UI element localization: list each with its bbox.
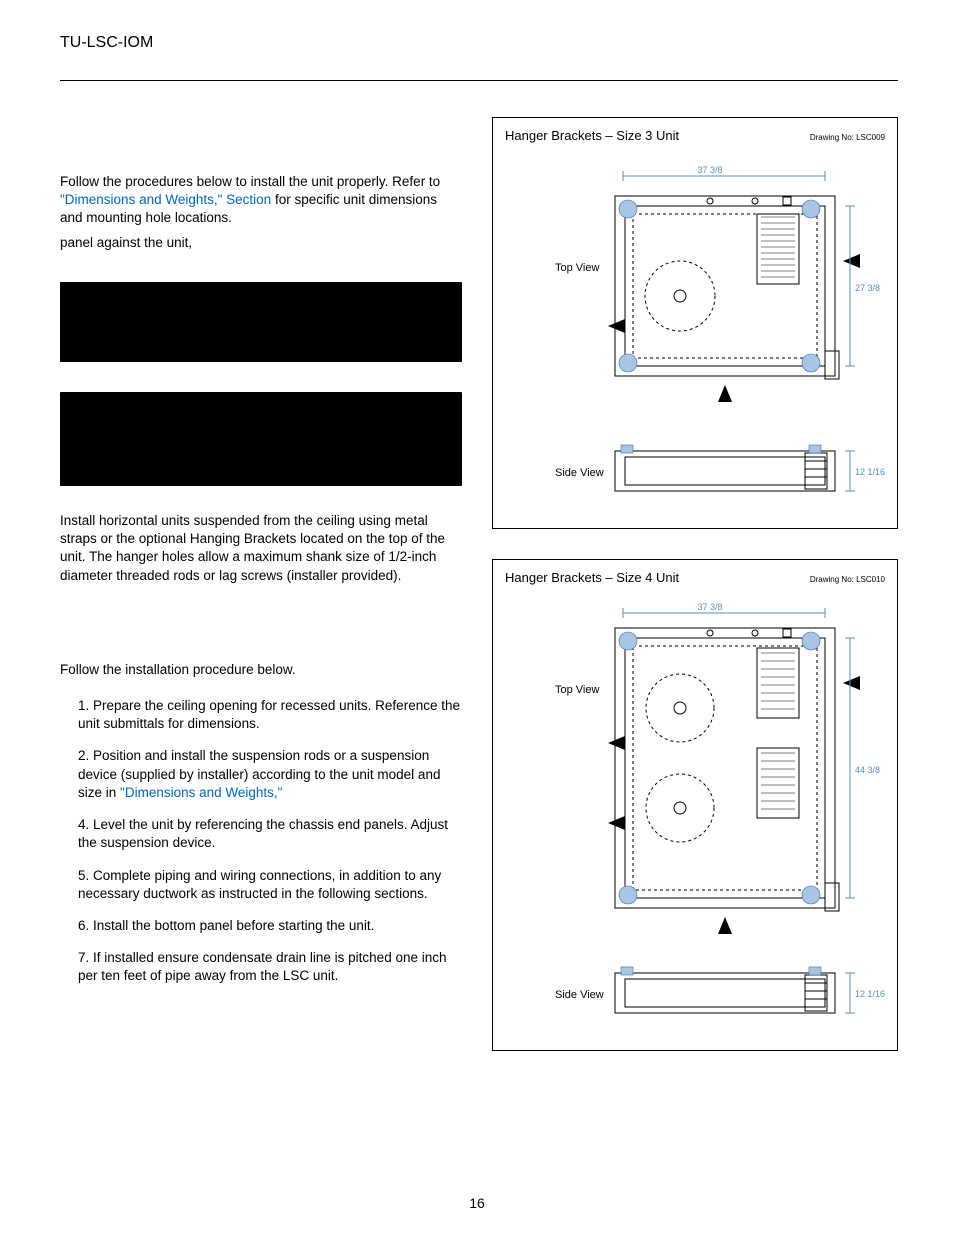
arrow-left-icon bbox=[608, 736, 625, 750]
f2-side-view-label: Side View bbox=[555, 989, 604, 1001]
page: TU-LSC-IOM Follow the procedures below t… bbox=[0, 0, 954, 1235]
figure1-diagram: Top View 37 3/8 bbox=[505, 151, 885, 511]
header-rule bbox=[60, 80, 898, 81]
doc-code: TU-LSC-IOM bbox=[60, 34, 898, 52]
figure1-drawing-no: Drawing No: LSC009 bbox=[810, 133, 885, 142]
figure2-diagram: Top View 37 3/8 bbox=[505, 593, 885, 1033]
redacted-box-1 bbox=[60, 282, 462, 362]
figure2-drawing-no: Drawing No: LSC010 bbox=[810, 575, 885, 584]
install-steps: 1. Prepare the ceiling opening for reces… bbox=[60, 697, 462, 986]
arrow-up-icon bbox=[718, 917, 732, 934]
f2-dim-height: 44 3/8 bbox=[855, 765, 880, 775]
figure2-caption: Hanger Brackets – Size 4 Unit bbox=[505, 570, 679, 585]
f1-dim-width: 37 3/8 bbox=[697, 165, 722, 175]
f2-dim-side: 12 1/16 bbox=[855, 989, 885, 999]
dimensions-weights-link[interactable]: "Dimensions and Weights," Section bbox=[60, 192, 271, 207]
intro-line2: panel against the unit, bbox=[60, 234, 462, 252]
step-6: 6. Install the bottom panel before start… bbox=[78, 917, 462, 935]
step-7: 7. If installed ensure condensate drain … bbox=[78, 949, 462, 985]
step-4: 4. Level the unit by referencing the cha… bbox=[78, 816, 462, 852]
step-1: 1. Prepare the ceiling opening for reces… bbox=[78, 697, 462, 733]
f1-dim-height: 27 3/8 bbox=[855, 283, 880, 293]
arrow-up-icon bbox=[718, 385, 732, 402]
redacted-box-2 bbox=[60, 392, 462, 486]
f1-top-view-label: Top View bbox=[555, 262, 599, 274]
figure-size3: Hanger Brackets – Size 3 Unit Drawing No… bbox=[492, 117, 898, 529]
suspend-paragraph: Install horizontal units suspended from … bbox=[60, 512, 462, 585]
f1-side-view-label: Side View bbox=[555, 467, 604, 479]
arrow-left-icon bbox=[843, 254, 860, 268]
left-column: Follow the procedures below to install t… bbox=[60, 117, 462, 1081]
f2-dim-width: 37 3/8 bbox=[697, 602, 722, 612]
right-column: Hanger Brackets – Size 3 Unit Drawing No… bbox=[492, 117, 898, 1081]
follow-paragraph: Follow the installation procedure below. bbox=[60, 661, 462, 679]
step-5: 5. Complete piping and wiring connection… bbox=[78, 867, 462, 903]
page-number: 16 bbox=[0, 1195, 954, 1211]
intro-text-a: Follow the procedures below to install t… bbox=[60, 174, 440, 189]
two-column-layout: Follow the procedures below to install t… bbox=[60, 117, 898, 1081]
figure1-caption: Hanger Brackets – Size 3 Unit bbox=[505, 128, 679, 143]
arrow-left-icon bbox=[608, 319, 625, 333]
figure-size4: Hanger Brackets – Size 4 Unit Drawing No… bbox=[492, 559, 898, 1051]
arrow-left-icon bbox=[843, 676, 860, 690]
arrow-left-icon bbox=[608, 816, 625, 830]
step-2: 2. Position and install the suspension r… bbox=[78, 747, 462, 802]
f1-dim-side: 12 1/16 bbox=[855, 467, 885, 477]
f2-top-view-label: Top View bbox=[555, 684, 599, 696]
intro-paragraph: Follow the procedures below to install t… bbox=[60, 173, 462, 228]
step-2-link[interactable]: "Dimensions and Weights," bbox=[120, 785, 282, 800]
